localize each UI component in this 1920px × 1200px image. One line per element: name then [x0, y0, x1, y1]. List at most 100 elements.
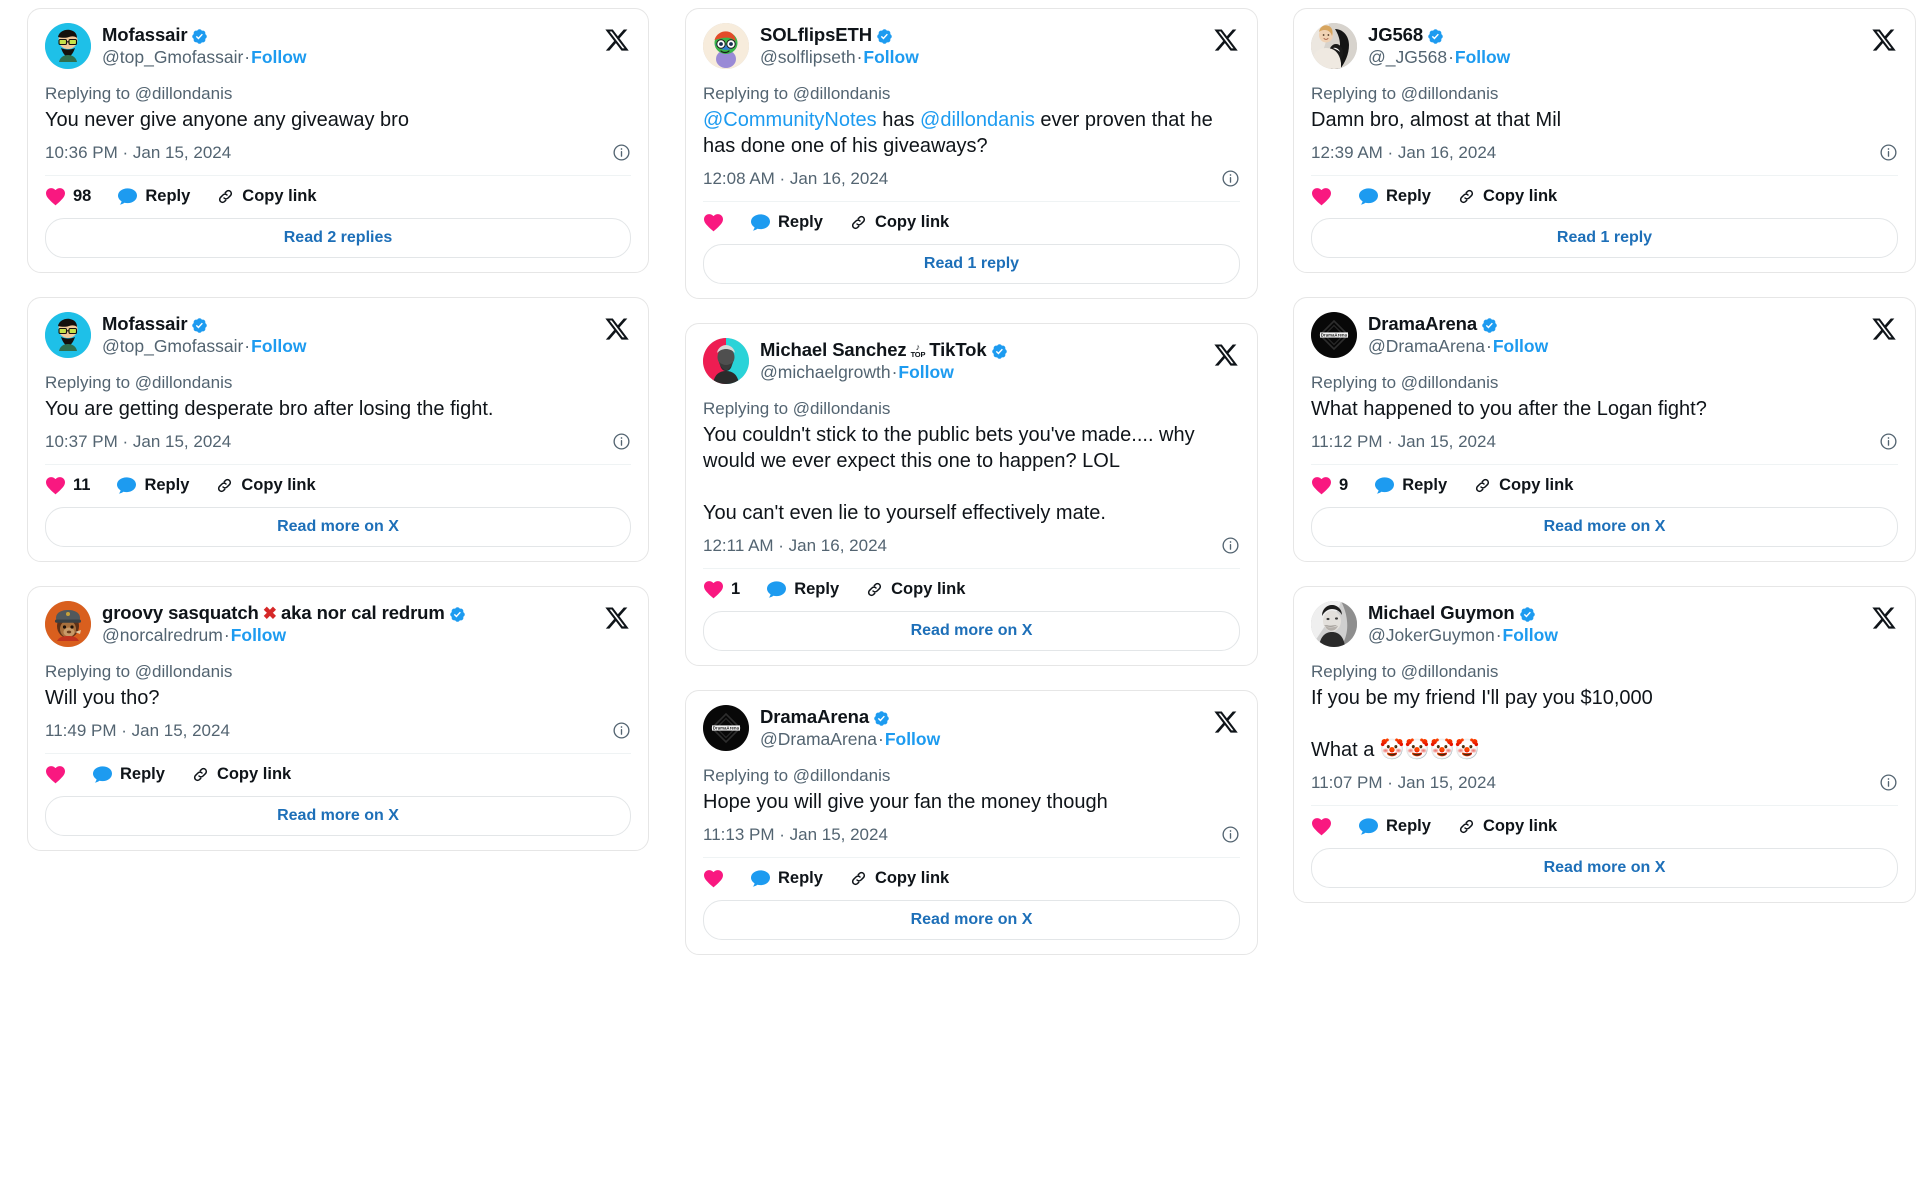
author-handle[interactable]: @top_Gmofassair	[102, 336, 243, 356]
heart-icon[interactable]	[703, 213, 724, 232]
avatar[interactable]	[45, 601, 91, 647]
like-action[interactable]: 11	[45, 476, 90, 495]
x-logo-icon[interactable]	[604, 27, 630, 53]
follow-link[interactable]: Follow	[898, 362, 953, 382]
author-handle[interactable]: @norcalredrum	[102, 625, 223, 645]
avatar[interactable]: DramaArena	[703, 705, 749, 751]
reply-action[interactable]: Reply	[1358, 817, 1431, 836]
like-action[interactable]: 98	[45, 187, 91, 206]
speech-bubble-icon[interactable]	[117, 187, 138, 206]
reply-action[interactable]: Reply	[117, 187, 190, 206]
link-chain-icon[interactable]	[849, 213, 868, 232]
read-more-button[interactable]: Read more on X	[45, 796, 631, 836]
copy-link-action[interactable]: Copy link	[1473, 476, 1573, 495]
like-action[interactable]	[703, 213, 724, 232]
info-icon[interactable]	[612, 143, 631, 162]
copy-link-action[interactable]: Copy link	[191, 765, 291, 784]
author-handle[interactable]: @JokerGuymon	[1368, 625, 1495, 645]
avatar[interactable]	[1311, 601, 1357, 647]
author-handle[interactable]: @DramaArena	[1368, 336, 1485, 356]
author-handle[interactable]: @solflipseth	[760, 47, 856, 67]
read-more-button[interactable]: Read more on X	[1311, 507, 1898, 547]
speech-bubble-icon[interactable]	[1358, 817, 1379, 836]
follow-link[interactable]: Follow	[251, 336, 306, 356]
like-action[interactable]: 9	[1311, 476, 1348, 495]
copy-link-action[interactable]: Copy link	[849, 213, 949, 232]
heart-icon[interactable]	[1311, 817, 1332, 836]
follow-link[interactable]: Follow	[863, 47, 918, 67]
avatar[interactable]	[703, 338, 749, 384]
follow-link[interactable]: Follow	[251, 47, 306, 67]
read-more-button[interactable]: Read 1 reply	[703, 244, 1240, 284]
tweet-card[interactable]: Michael Sanchez ♪ TOP TikTok @michaelgrowth·…	[685, 323, 1258, 666]
follow-link[interactable]: Follow	[231, 625, 286, 645]
link-chain-icon[interactable]	[191, 765, 210, 784]
link-chain-icon[interactable]	[1457, 817, 1476, 836]
copy-link-action[interactable]: Copy link	[1457, 187, 1557, 206]
link-chain-icon[interactable]	[1473, 476, 1492, 495]
info-icon[interactable]	[1879, 773, 1898, 792]
heart-icon[interactable]	[45, 765, 66, 784]
link-chain-icon[interactable]	[865, 580, 884, 599]
follow-link[interactable]: Follow	[885, 729, 940, 749]
info-icon[interactable]	[1221, 825, 1240, 844]
speech-bubble-icon[interactable]	[1358, 187, 1379, 206]
speech-bubble-icon[interactable]	[750, 869, 771, 888]
like-action[interactable]	[45, 765, 66, 784]
x-logo-icon[interactable]	[1871, 316, 1897, 342]
reply-action[interactable]: Reply	[750, 869, 823, 888]
heart-icon[interactable]	[703, 580, 724, 599]
tweet-card[interactable]: Michael Guymon @JokerGuymon·Follow Replyin…	[1293, 586, 1916, 903]
follow-link[interactable]: Follow	[1455, 47, 1510, 67]
like-action[interactable]	[1311, 187, 1332, 206]
heart-icon[interactable]	[1311, 187, 1332, 206]
reply-action[interactable]: Reply	[1374, 476, 1447, 495]
read-more-button[interactable]: Read more on X	[703, 611, 1240, 651]
x-logo-icon[interactable]	[604, 316, 630, 342]
avatar[interactable]	[1311, 23, 1357, 69]
tweet-card[interactable]: Mofassair @top_Gmofassair·Follow Replying …	[27, 297, 649, 562]
read-more-button[interactable]: Read 2 replies	[45, 218, 631, 258]
speech-bubble-icon[interactable]	[92, 765, 113, 784]
tweet-card[interactable]: DramaArena DramaArena @DramaArena·Follow Re…	[1293, 297, 1916, 562]
tweet-card[interactable]: JG568 @_JG568·Follow Replying to @dillonda…	[1293, 8, 1916, 273]
read-more-button[interactable]: Read more on X	[1311, 848, 1898, 888]
copy-link-action[interactable]: Copy link	[865, 580, 965, 599]
tweet-card[interactable]: Mofassair @top_Gmofassair·Follow Replying …	[27, 8, 649, 273]
reply-action[interactable]: Reply	[116, 476, 189, 495]
follow-link[interactable]: Follow	[1493, 336, 1548, 356]
read-more-button[interactable]: Read 1 reply	[1311, 218, 1898, 258]
author-handle[interactable]: @top_Gmofassair	[102, 47, 243, 67]
x-logo-icon[interactable]	[1871, 27, 1897, 53]
info-icon[interactable]	[1221, 536, 1240, 555]
heart-icon[interactable]	[45, 476, 66, 495]
link-chain-icon[interactable]	[215, 476, 234, 495]
x-logo-icon[interactable]	[1213, 342, 1239, 368]
heart-icon[interactable]	[45, 187, 66, 206]
read-more-button[interactable]: Read more on X	[45, 507, 631, 547]
mention-link[interactable]: @CommunityNotes	[703, 109, 877, 131]
avatar[interactable]: DramaArena	[1311, 312, 1357, 358]
like-action[interactable]	[1311, 817, 1332, 836]
copy-link-action[interactable]: Copy link	[1457, 817, 1557, 836]
x-logo-icon[interactable]	[604, 605, 630, 631]
info-icon[interactable]	[1879, 143, 1898, 162]
info-icon[interactable]	[1221, 169, 1240, 188]
avatar[interactable]	[703, 23, 749, 69]
x-logo-icon[interactable]	[1213, 709, 1239, 735]
author-handle[interactable]: @DramaArena	[760, 729, 877, 749]
tweet-card[interactable]: groovy sasquatch ✖ aka nor cal redrum @norc…	[27, 586, 649, 851]
copy-link-action[interactable]: Copy link	[215, 476, 316, 495]
copy-link-action[interactable]: Copy link	[216, 187, 317, 206]
link-chain-icon[interactable]	[216, 187, 235, 206]
reply-action[interactable]: Reply	[750, 213, 823, 232]
speech-bubble-icon[interactable]	[116, 476, 137, 495]
read-more-button[interactable]: Read more on X	[703, 900, 1240, 940]
author-handle[interactable]: @_JG568	[1368, 47, 1447, 67]
reply-action[interactable]: Reply	[92, 765, 165, 784]
mention-link[interactable]: @dillondanis	[920, 109, 1035, 131]
like-action[interactable]	[703, 869, 724, 888]
info-icon[interactable]	[612, 721, 631, 740]
copy-link-action[interactable]: Copy link	[849, 869, 949, 888]
tweet-card[interactable]: DramaArena DramaArena @DramaArena·Follow Re…	[685, 690, 1258, 955]
